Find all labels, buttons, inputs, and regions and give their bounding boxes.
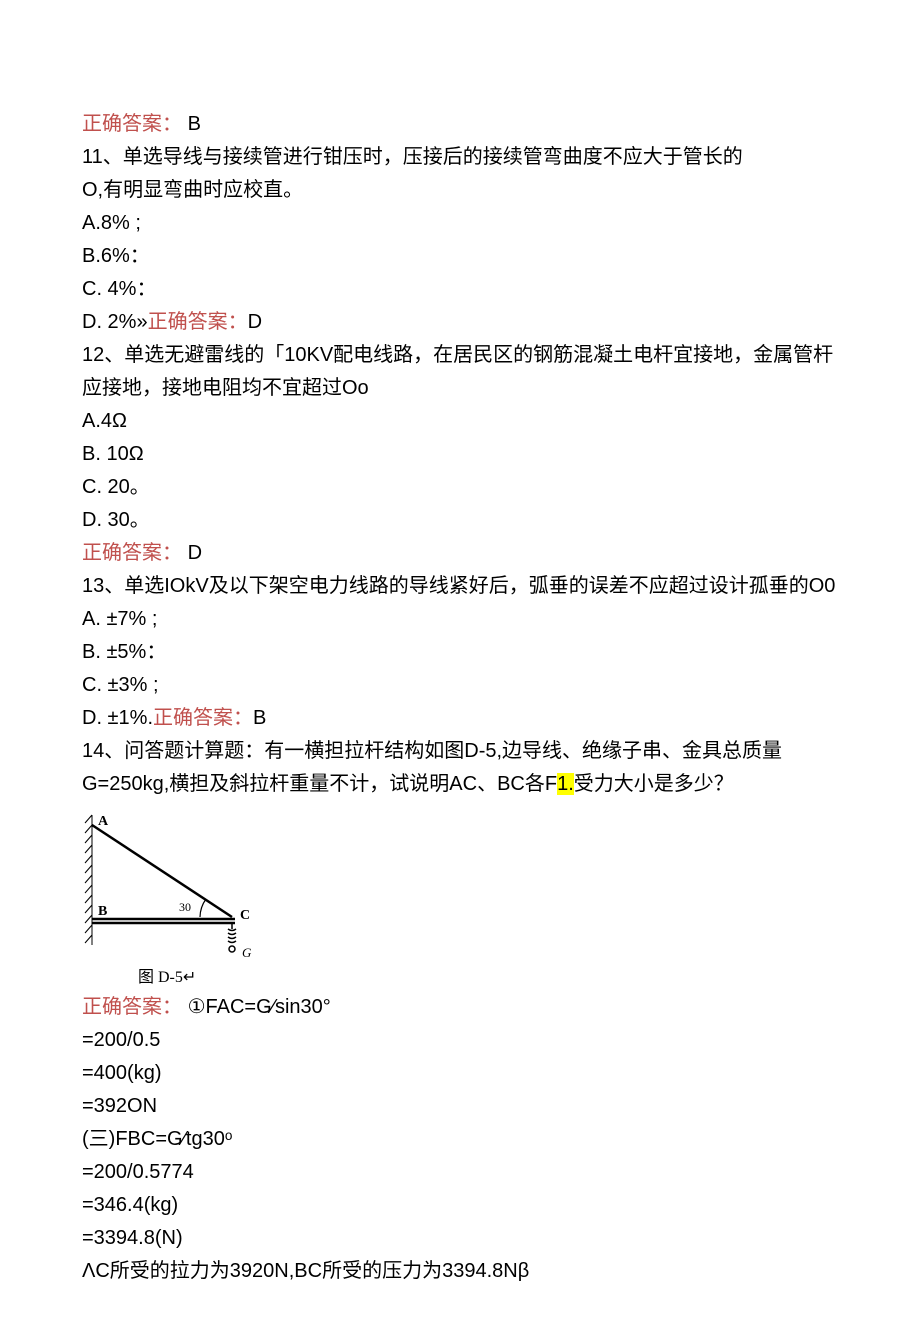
svg-text:G: G <box>242 945 252 960</box>
q11-line1: 11、单选导线与接续管进行钳压时，压接后的接续管弯曲度不应大于管长的 <box>82 141 838 174</box>
q12-option-d: D. 30。 <box>82 504 838 537</box>
answer-step: ①FAC=G⁄sin30° <box>188 996 331 1018</box>
triangle-diagram-icon: A B C G 30 <box>82 807 262 967</box>
calc-step: =392ON <box>82 1090 838 1123</box>
calc-conclusion: ΛC所受的拉力为3920N,BC所受的压力为3394.8Nβ <box>82 1255 838 1288</box>
answer-10: 正确答案： B <box>82 108 838 141</box>
answer-label: 正确答案： <box>153 707 253 729</box>
calc-step: =200/0.5774 <box>82 1156 838 1189</box>
q11-option-a: A.8% ; <box>82 207 838 240</box>
q11-d-text: D. 2%» <box>82 311 148 333</box>
q11-option-d: D. 2%»正确答案：D <box>82 306 838 339</box>
q11-line2: O,有明显弯曲时应校直。 <box>82 174 838 207</box>
q13-option-d: D. ±1%.正确答案：B <box>82 702 838 735</box>
q13-option-b: B. ±5%： <box>82 636 838 669</box>
answer-value: D <box>188 542 202 564</box>
answer-value: B <box>253 707 266 729</box>
calc-step: =3394.8(N) <box>82 1222 838 1255</box>
answer-label: 正确答案： <box>148 311 248 333</box>
svg-text:A: A <box>98 814 109 829</box>
q13-option-c: C. ±3% ; <box>82 669 838 702</box>
q11-option-c: C. 4%： <box>82 273 838 306</box>
figure-caption: 图 D-5↵ <box>82 965 838 991</box>
svg-text:30: 30 <box>179 900 191 914</box>
answer-label: 正确答案： <box>82 996 182 1018</box>
q11-option-b: B.6%： <box>82 240 838 273</box>
q14-highlight: 1. <box>557 773 574 795</box>
answer-value: B <box>188 113 201 135</box>
q13-option-a: A. ±7% ; <box>82 603 838 636</box>
q12-option-a: A.4Ω <box>82 405 838 438</box>
svg-text:B: B <box>98 904 107 919</box>
q14-stem: 14、问答题计算题：有一横担拉杆结构如图D-5,边导线、绝缘子串、金具总质量G=… <box>82 735 838 801</box>
page-content: 正确答案： B 11、单选导线与接续管进行钳压时，压接后的接续管弯曲度不应大于管… <box>0 0 920 1328</box>
q12-option-b: B. 10Ω <box>82 438 838 471</box>
answer-label: 正确答案： <box>82 113 182 135</box>
answer-value: D <box>248 311 262 333</box>
calc-step: =346.4(kg) <box>82 1189 838 1222</box>
q12-stem: 12、单选无避雷线的「10KV配电线路，在居民区的钢筋混凝土电杆宜接地，金属管杆… <box>82 339 838 405</box>
answer-12: 正确答案： D <box>82 537 838 570</box>
figure-d5: A B C G 30 图 D-5↵ <box>82 807 838 991</box>
calc-step: =200/0.5 <box>82 1024 838 1057</box>
q13-stem: 13、单选IOkV及以下架空电力线路的导线紧好后，弧垂的误差不应超过设计孤垂的O… <box>82 570 838 603</box>
calc-step: (三)FBC=G⁄tg30ᵒ <box>82 1123 838 1156</box>
answer-label: 正确答案： <box>82 542 182 564</box>
answer-14: 正确答案： ①FAC=G⁄sin30° <box>82 991 838 1024</box>
svg-text:C: C <box>240 908 250 923</box>
q13-d-text: D. ±1%. <box>82 707 153 729</box>
q14-post: 受力大小是多少？ <box>574 773 734 795</box>
calc-step: =400(kg) <box>82 1057 838 1090</box>
q12-option-c: C. 20。 <box>82 471 838 504</box>
